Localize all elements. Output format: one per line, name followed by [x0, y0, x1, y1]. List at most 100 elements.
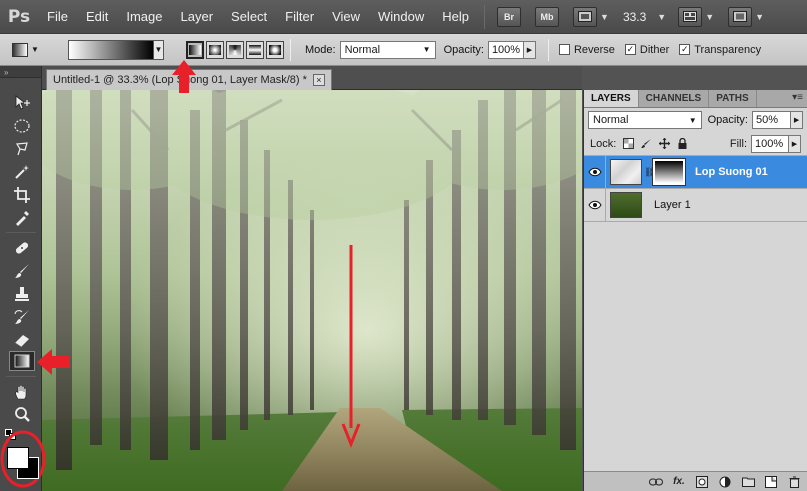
hand-tool[interactable]	[9, 382, 35, 402]
arrange-icon	[683, 11, 698, 22]
chevron-down-icon[interactable]: ▼	[600, 12, 609, 22]
panel-menu-icon[interactable]: ▾≡	[792, 92, 803, 103]
lock-pixels-icon[interactable]	[640, 138, 652, 150]
blend-mode-select[interactable]: Normal ▼	[588, 111, 702, 129]
reflected-gradient-icon	[249, 44, 261, 55]
menu-select[interactable]: Select	[222, 0, 276, 34]
close-icon[interactable]: ×	[312, 74, 325, 86]
layer-row[interactable]: ⛓ Lop Suong 01	[584, 155, 807, 189]
menu-view[interactable]: View	[323, 0, 369, 34]
panel-tab-bar: LAYERS CHANNELS PATHS ▾≡	[584, 90, 807, 108]
reflected-gradient-button[interactable]	[246, 40, 264, 59]
mask-icon[interactable]	[694, 475, 710, 489]
document-canvas[interactable]	[42, 90, 582, 491]
screen-mode-button[interactable]	[728, 6, 753, 27]
healing-brush-tool[interactable]	[9, 238, 35, 258]
chevron-down-icon[interactable]: ▼	[755, 12, 764, 22]
angle-gradient-button[interactable]	[226, 40, 244, 59]
tab-paths[interactable]: PATHS	[709, 90, 757, 107]
stamp-icon	[15, 287, 29, 301]
tab-layers[interactable]: LAYERS	[584, 90, 639, 107]
minibridge-button[interactable]: Mb	[535, 6, 560, 27]
menu-file[interactable]: File	[38, 0, 77, 34]
layer-name: Layer 1	[654, 199, 691, 211]
linear-gradient-icon	[189, 44, 201, 55]
brush-tool[interactable]	[9, 261, 35, 281]
radial-gradient-button[interactable]	[206, 40, 224, 59]
new-layer-icon[interactable]	[763, 475, 779, 489]
document-tab[interactable]: Untitled-1 @ 33.3% (Lop Suong 01, Layer …	[46, 69, 332, 90]
lock-transparent-icon[interactable]	[622, 138, 634, 150]
link-icon[interactable]: ⛓	[644, 167, 655, 178]
opacity-stepper[interactable]: ▶	[523, 40, 536, 59]
menu-layer[interactable]: Layer	[172, 0, 223, 34]
zoom-tool[interactable]	[9, 405, 35, 425]
magic-wand-icon	[15, 165, 29, 179]
zoom-level[interactable]: 33.3	[623, 10, 646, 24]
layer-opacity-stepper[interactable]: ▶	[791, 111, 803, 129]
layer-name: Lop Suong 01	[695, 166, 768, 178]
chevron-down-icon[interactable]: ▼	[705, 12, 714, 22]
default-colors-icon[interactable]	[5, 429, 17, 441]
fill-field[interactable]: 100%	[751, 134, 789, 153]
adjustment-icon[interactable]	[717, 475, 733, 489]
quick-selection-tool[interactable]	[9, 162, 35, 182]
menu-window[interactable]: Window	[369, 0, 433, 34]
layer-mask-thumbnail[interactable]	[652, 158, 686, 186]
gradient-type-group	[184, 40, 284, 59]
document-title: Untitled-1 @ 33.3% (Lop Suong 01, Layer …	[53, 74, 307, 86]
blend-row: Normal ▼ Opacity: 50% ▶	[584, 108, 807, 132]
clone-stamp-tool[interactable]	[9, 284, 35, 304]
toolbox-divider	[6, 376, 36, 377]
link-icon[interactable]	[648, 475, 664, 489]
collapse-icon: »	[4, 68, 9, 77]
lock-all-icon[interactable]	[676, 138, 688, 150]
menu-filter[interactable]: Filter	[276, 0, 323, 34]
gradient-tool[interactable]	[9, 351, 35, 371]
transparency-checkbox[interactable]: ✓	[679, 44, 691, 55]
layer-row[interactable]: Layer 1	[584, 188, 807, 222]
arrange-documents-button[interactable]	[678, 6, 703, 27]
linear-gradient-button[interactable]	[186, 40, 204, 59]
dither-checkbox[interactable]: ✓	[624, 44, 636, 55]
screen-mode-icon	[733, 11, 748, 22]
lock-position-icon[interactable]	[658, 138, 670, 150]
toolbox-grip[interactable]: »	[0, 66, 41, 78]
group-icon[interactable]	[740, 475, 756, 489]
menu-image[interactable]: Image	[117, 0, 171, 34]
fill-label: Fill:	[729, 137, 747, 150]
chevron-down-icon: ▼	[688, 115, 697, 125]
bridge-button[interactable]: Br	[497, 6, 522, 27]
menu-help[interactable]: Help	[433, 0, 478, 34]
visibility-toggle[interactable]	[584, 155, 606, 189]
history-brush-tool[interactable]	[9, 307, 35, 327]
gradient-dropdown[interactable]: ▼	[154, 39, 164, 60]
diamond-gradient-button[interactable]	[266, 40, 284, 59]
fx-icon[interactable]: fx.	[671, 475, 687, 489]
view-extras-button[interactable]	[573, 6, 598, 27]
elliptical-marquee-icon	[14, 119, 30, 133]
move-tool[interactable]	[9, 93, 35, 113]
eyedropper-tool[interactable]	[9, 208, 35, 228]
reverse-checkbox[interactable]	[558, 44, 570, 55]
trash-icon[interactable]	[786, 475, 802, 489]
toolbox-divider	[6, 232, 36, 233]
tool-preset-picker[interactable]: ▼	[12, 39, 46, 61]
lasso-tool[interactable]	[9, 139, 35, 159]
gradient-swatch[interactable]	[68, 39, 154, 60]
menu-edit[interactable]: Edit	[77, 0, 117, 34]
gradient-editor[interactable]: ▼	[46, 39, 164, 60]
visibility-toggle[interactable]	[584, 188, 606, 222]
mode-select[interactable]: Normal ▼	[339, 40, 436, 59]
opacity-label: Opacity:	[443, 43, 484, 56]
fill-stepper[interactable]: ▶	[789, 134, 801, 153]
eraser-tool[interactable]	[9, 330, 35, 350]
opacity-field[interactable]: 100%	[487, 40, 524, 59]
angle-gradient-icon	[229, 44, 241, 55]
chevron-down-icon[interactable]: ▼	[657, 12, 666, 22]
marquee-tool[interactable]	[9, 116, 35, 136]
foreground-color-swatch[interactable]	[7, 447, 29, 469]
tab-channels[interactable]: CHANNELS	[639, 90, 710, 107]
crop-tool[interactable]	[9, 185, 35, 205]
layer-opacity-field[interactable]: 50%	[751, 111, 792, 129]
